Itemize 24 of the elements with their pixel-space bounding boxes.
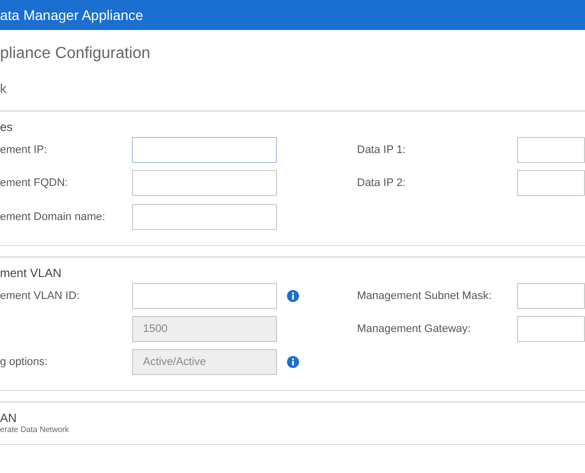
section-subtitle: erate Data Network (0, 424, 70, 436)
input-field[interactable] (517, 170, 585, 196)
field-label: g options: (0, 354, 49, 370)
input-field[interactable] (132, 283, 277, 309)
page-title: pliance Configuration (0, 44, 152, 64)
field-label: Management Subnet Mask: (357, 288, 493, 304)
info-icon[interactable] (287, 290, 299, 302)
field-label: ement FQDN: (0, 176, 69, 191)
field-label: ement VLAN ID: (0, 288, 80, 304)
field-label: Data IP 2: (357, 176, 407, 191)
section-title: AN (0, 410, 18, 426)
input-field[interactable] (517, 283, 585, 309)
section-title: es (0, 119, 14, 136)
field-label: ement IP: (0, 142, 48, 158)
input-field[interactable] (132, 170, 277, 196)
app-title: ata Manager Appliance (0, 6, 144, 25)
field-label: Management Gateway: (357, 322, 472, 337)
tab-label[interactable]: k (0, 81, 6, 96)
input-field[interactable] (517, 137, 585, 163)
field-label: ement Domain name: (0, 210, 106, 225)
field-label: Data IP 1: (357, 142, 407, 158)
section-title: ment VLAN (0, 265, 62, 282)
input-field[interactable] (132, 137, 277, 163)
input-field[interactable] (132, 204, 277, 230)
